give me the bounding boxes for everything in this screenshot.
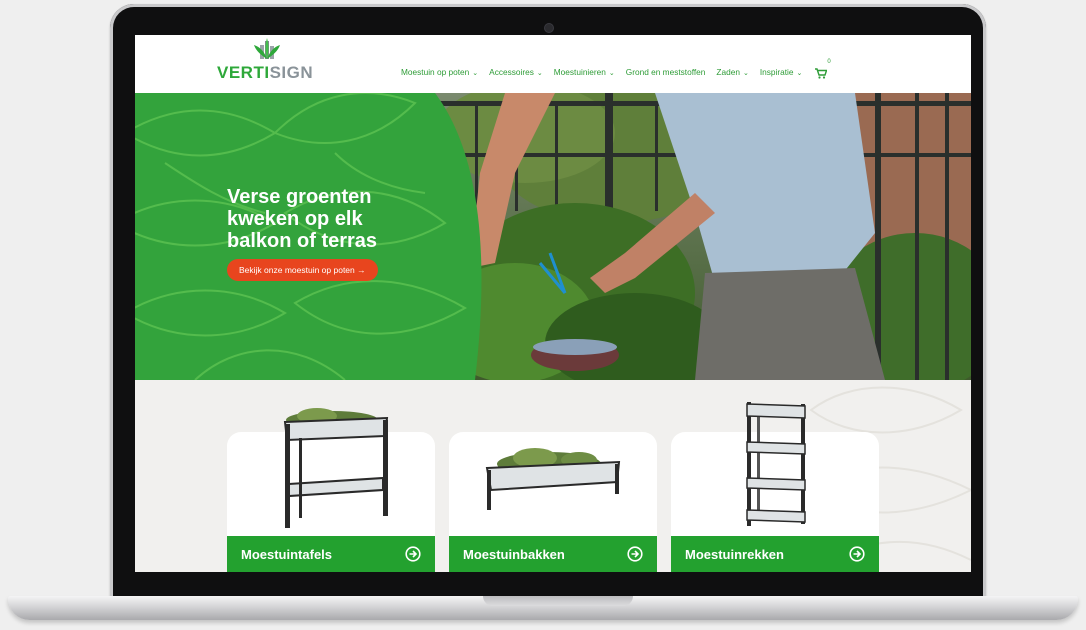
category-label: Moestuinbakken <box>463 546 565 562</box>
nav-item-accessoires[interactable]: Accessoires ⌄ <box>489 67 543 77</box>
chevron-down-icon: ⌄ <box>472 70 479 77</box>
raised-garden-table-image <box>283 408 389 528</box>
nav-label: Zaden <box>716 67 740 77</box>
arrow-right-circle-icon <box>405 546 421 562</box>
nav-label: Moestuin op poten <box>401 67 470 77</box>
hero-title: Verse groenten kweken op elk balkon of t… <box>227 186 378 252</box>
category-bar: Moestuinbakken <box>449 536 657 572</box>
laptop-base-notch <box>483 596 633 606</box>
webcam <box>545 24 553 32</box>
chevron-down-icon: ⌄ <box>796 70 803 77</box>
cart-button[interactable]: 0 <box>815 59 831 79</box>
arrow-right-circle-icon <box>849 546 865 562</box>
laptop-base <box>8 596 1078 620</box>
garden-planter-box-image <box>485 448 621 510</box>
category-label: Moestuinrekken <box>685 546 784 562</box>
category-label: Moestuintafels <box>241 546 333 562</box>
category-card-moestuinbakken[interactable]: Moestuinbakken <box>449 432 657 572</box>
cart-count-badge: 0 <box>827 59 831 65</box>
logo-wordmark: VERTISIGN <box>217 63 313 83</box>
hero-content: Verse groenten kweken op elk balkon of t… <box>227 186 467 281</box>
logo-text-sign: SIGN <box>269 63 314 82</box>
nav-label: Accessoires <box>489 67 534 77</box>
cart-icon <box>815 68 828 79</box>
chevron-down-icon: ⌄ <box>608 70 615 77</box>
nav-label: Grond en meststoffen <box>625 67 706 77</box>
arrow-right-circle-icon <box>627 546 643 562</box>
nav-label: Inspiratie <box>759 67 794 77</box>
logo-text-verti: VERTI <box>217 63 270 82</box>
category-card-moestuintafels[interactable]: Moestuintafels <box>227 408 435 572</box>
logo-plant-icon <box>254 38 280 59</box>
category-section: Moestuintafels Moestuinbakken Moestuinre… <box>135 380 971 572</box>
nav-item-moestuin-op-poten[interactable]: Moestuin op poten ⌄ <box>401 67 478 77</box>
logo[interactable]: VERTISIGN <box>217 37 321 85</box>
nav-item-grond-en-meststoffen[interactable]: Grond en meststoffen <box>626 67 706 77</box>
site-header: VERTISIGN Moestuin op poten ⌄ Accessoires… <box>135 35 971 93</box>
nav-label: Moestuinieren <box>553 67 606 77</box>
category-bar: Moestuinrekken <box>671 536 879 572</box>
browser-screen: VERTISIGN Moestuin op poten ⌄ Accessoires… <box>135 35 971 572</box>
nav-item-inspiratie[interactable]: Inspiratie ⌄ <box>760 67 803 77</box>
nav-item-zaden[interactable]: Zaden ⌄ <box>716 67 748 77</box>
chevron-down-icon: ⌄ <box>742 70 749 77</box>
garden-shelf-rack-image <box>746 402 806 526</box>
chevron-down-icon: ⌄ <box>536 70 543 77</box>
main-nav: Moestuin op poten ⌄ Accessoires ⌄ Moestuin… <box>401 59 831 79</box>
hero-cta-button[interactable]: Bekijk onze moestuin op poten → <box>227 259 378 281</box>
category-bar: Moestuintafels <box>227 536 435 572</box>
nav-item-moestuinieren[interactable]: Moestuinieren ⌄ <box>554 67 615 77</box>
category-card-moestuinrekken[interactable]: Moestuinrekken <box>671 402 879 572</box>
hero-banner: Verse groenten kweken op elk balkon of t… <box>135 93 971 380</box>
